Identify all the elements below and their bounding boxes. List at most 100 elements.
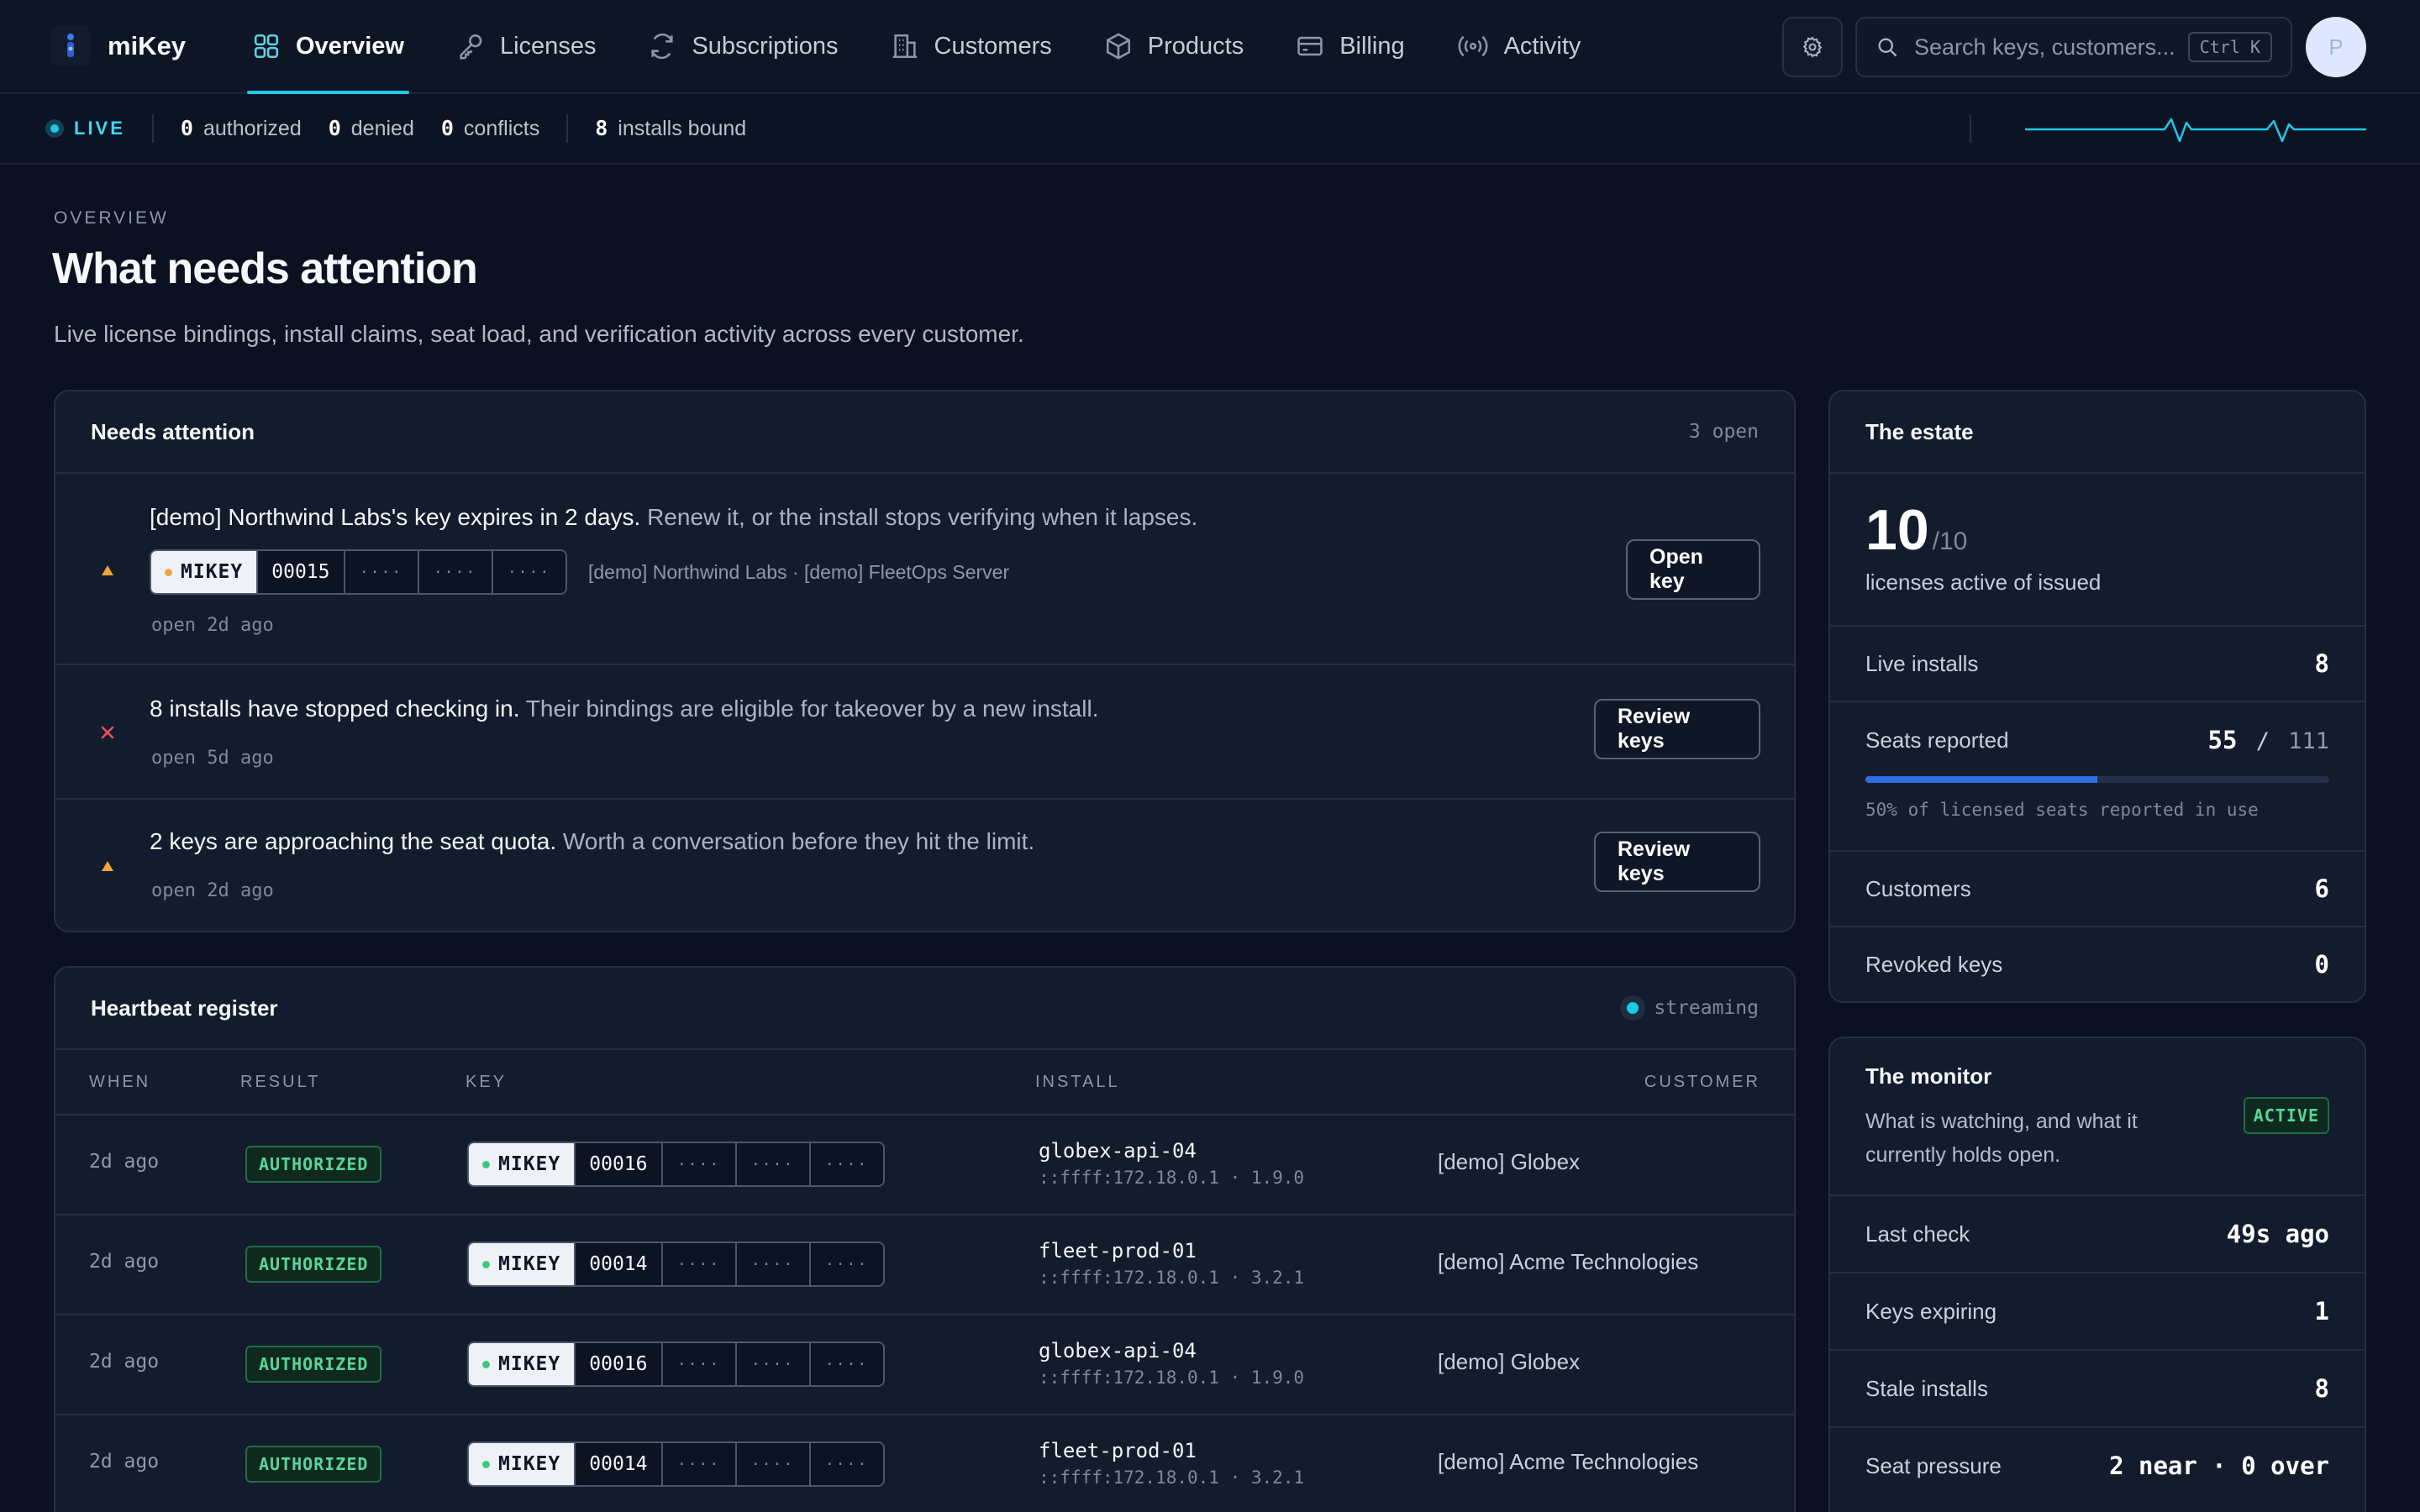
- key-number: 00016: [574, 1143, 661, 1185]
- attention-headline: 2 keys are approaching the seat quota.: [150, 828, 557, 854]
- column-result[interactable]: RESULT: [240, 1073, 320, 1092]
- key-mask: ····: [660, 1143, 735, 1185]
- key-icon: [460, 34, 482, 60]
- search-input[interactable]: Search keys, customers... Ctrl K: [1855, 17, 2292, 77]
- kv-label: Revoked keys: [1865, 951, 2003, 977]
- key-mask: ····: [808, 1443, 883, 1485]
- license-key-chip[interactable]: MIKEY 00016 ···· ···· ····: [467, 1142, 885, 1187]
- table-row[interactable]: 2d ago AUTHORIZED MIKEY 00016 ···· ···· …: [55, 1116, 1794, 1215]
- attention-detail: Their bindings are eligible for takeover…: [519, 696, 1099, 722]
- tab-activity[interactable]: Activity: [1457, 0, 1581, 93]
- live-indicator: LIVE: [45, 118, 125, 139]
- row-customer[interactable]: [demo] Acme Technologies: [1438, 1449, 1698, 1475]
- install-address: ::ffff:172.18.0.1 · 3.2.1: [1039, 1467, 1305, 1488]
- stale-installs-row: Stale installs 8: [1830, 1349, 2365, 1426]
- status-badge: ACTIVE: [2243, 1097, 2329, 1134]
- last-check-row: Last check 49s ago: [1830, 1194, 2365, 1272]
- license-key-chip[interactable]: MIKEY 00014 ···· ···· ····: [467, 1242, 885, 1287]
- kv-label: Customers: [1865, 875, 1971, 901]
- license-key-chip[interactable]: MIKEY 00015 ···· ···· ····: [150, 549, 567, 595]
- key-brand-text: MIKEY: [498, 1153, 561, 1175]
- review-keys-button[interactable]: Review keys: [1594, 832, 1760, 892]
- tab-overview[interactable]: Overview: [247, 0, 409, 94]
- row-customer[interactable]: [demo] Acme Technologies: [1438, 1249, 1698, 1275]
- tab-billing[interactable]: Billing: [1296, 0, 1405, 93]
- live-installs-row: Live installs 8: [1830, 625, 2365, 701]
- authorized-stat: 0 authorized: [181, 116, 302, 141]
- kv-value: 2 near · 0 over: [2109, 1452, 2329, 1480]
- install-address: ::ffff:172.18.0.1 · 1.9.0: [1039, 1368, 1305, 1388]
- key-mask: ····: [660, 1343, 735, 1385]
- error-x-icon: [101, 726, 114, 739]
- key-mask: ····: [808, 1143, 883, 1185]
- table-header: WHEN RESULT KEY INSTALL CUSTOMER: [55, 1050, 1794, 1116]
- kv-label: Seats reported: [1865, 727, 2009, 753]
- install-cell: fleet-prod-01 ::ffff:172.18.0.1 · 3.2.1: [1039, 1239, 1304, 1288]
- attention-age: open 2d ago: [151, 615, 274, 636]
- attention-headline: 8 installs have stopped checking in.: [150, 696, 520, 722]
- row-customer[interactable]: [demo] Globex: [1438, 1149, 1580, 1175]
- kv-label: Keys expiring: [1865, 1298, 1997, 1324]
- key-brand-text: MIKEY: [498, 1253, 561, 1275]
- status-dot-icon: [165, 568, 172, 576]
- column-customer[interactable]: CUSTOMER: [1644, 1073, 1760, 1092]
- row-customer[interactable]: [demo] Globex: [1438, 1349, 1580, 1375]
- status-dot-icon: [482, 1360, 490, 1368]
- revoked-row: Revoked keys 0: [1830, 926, 2365, 1001]
- key-brand: MIKEY: [469, 1143, 575, 1185]
- avatar[interactable]: P: [2306, 17, 2366, 77]
- main-tabs: Overview Licenses Subscriptions Customer…: [247, 0, 1633, 94]
- panel-header: The estate: [1830, 391, 2365, 474]
- settings-button[interactable]: [1782, 17, 1843, 77]
- column-install[interactable]: INSTALL: [1035, 1073, 1120, 1092]
- brand[interactable]: miKey: [50, 26, 202, 66]
- panel-title: The monitor: [1865, 1063, 1992, 1089]
- key-mask: ····: [734, 1443, 809, 1485]
- table-row[interactable]: 2d ago AUTHORIZED MIKEY 00014 ···· ···· …: [55, 1415, 1794, 1512]
- license-key-chip[interactable]: MIKEY 00016 ···· ···· ····: [467, 1341, 885, 1387]
- tab-label: Customers: [934, 32, 1052, 60]
- column-key[interactable]: KEY: [466, 1073, 507, 1092]
- streaming-indicator: streaming: [1620, 995, 1759, 1021]
- tab-label: Billing: [1339, 32, 1405, 60]
- install-cell: globex-api-04 ::ffff:172.18.0.1 · 1.9.0: [1039, 1339, 1304, 1388]
- status-badge: AUTHORIZED: [245, 1446, 382, 1483]
- page-title: What needs attention: [52, 244, 478, 293]
- row-when: 2d ago: [89, 1451, 160, 1473]
- status-badge: AUTHORIZED: [245, 1146, 382, 1183]
- tab-customers[interactable]: Customers: [891, 0, 1052, 93]
- divider: [151, 114, 154, 143]
- licenses-active: 10: [1865, 498, 1929, 562]
- live-dot-icon: [45, 119, 64, 138]
- attention-detail: Worth a conversation before they hit the…: [556, 828, 1035, 854]
- column-when[interactable]: WHEN: [89, 1073, 150, 1092]
- tab-label: Overview: [296, 32, 404, 60]
- top-navigation: miKey Overview Licenses Subscriptions Cu…: [0, 0, 2420, 94]
- install-cell: fleet-prod-01 ::ffff:172.18.0.1 · 3.2.1: [1039, 1439, 1304, 1488]
- attention-age: open 2d ago: [151, 880, 274, 901]
- building-icon: [892, 34, 917, 59]
- denied-stat: 0 denied: [329, 116, 414, 141]
- key-mask: ····: [808, 1243, 883, 1285]
- key-brand: MIKEY: [469, 1243, 575, 1285]
- tab-products[interactable]: Products: [1104, 0, 1244, 93]
- open-key-button[interactable]: Open key: [1626, 539, 1760, 600]
- attention-text: 2 keys are approaching the seat quota. W…: [150, 828, 1034, 855]
- key-brand-text: MIKEY: [498, 1353, 561, 1375]
- tab-subscriptions[interactable]: Subscriptions: [648, 0, 839, 93]
- table-row[interactable]: 2d ago AUTHORIZED MIKEY 00014 ···· ···· …: [55, 1215, 1794, 1315]
- seats-row: Seats reported 55 / 111 50% of licensed …: [1830, 701, 2365, 850]
- search-shortcut: Ctrl K: [2187, 32, 2272, 62]
- table-row[interactable]: 2d ago AUTHORIZED MIKEY 00016 ···· ···· …: [55, 1315, 1794, 1415]
- attention-text: 8 installs have stopped checking in. The…: [150, 696, 1098, 722]
- kv-label: Last check: [1865, 1221, 1970, 1247]
- seats-caption: 50% of licensed seats reported in use: [1865, 800, 2259, 820]
- tab-licenses[interactable]: Licenses: [456, 0, 596, 93]
- estate-summary: 10 /10 licenses active of issued: [1830, 474, 2365, 625]
- seats-progress-fill: [1865, 776, 2097, 783]
- review-keys-button[interactable]: Review keys: [1594, 699, 1760, 759]
- streaming-dot-icon: [1620, 995, 1646, 1021]
- key-brand: MIKEY: [151, 551, 257, 593]
- row-when: 2d ago: [89, 1151, 160, 1173]
- license-key-chip[interactable]: MIKEY 00014 ···· ···· ····: [467, 1441, 885, 1487]
